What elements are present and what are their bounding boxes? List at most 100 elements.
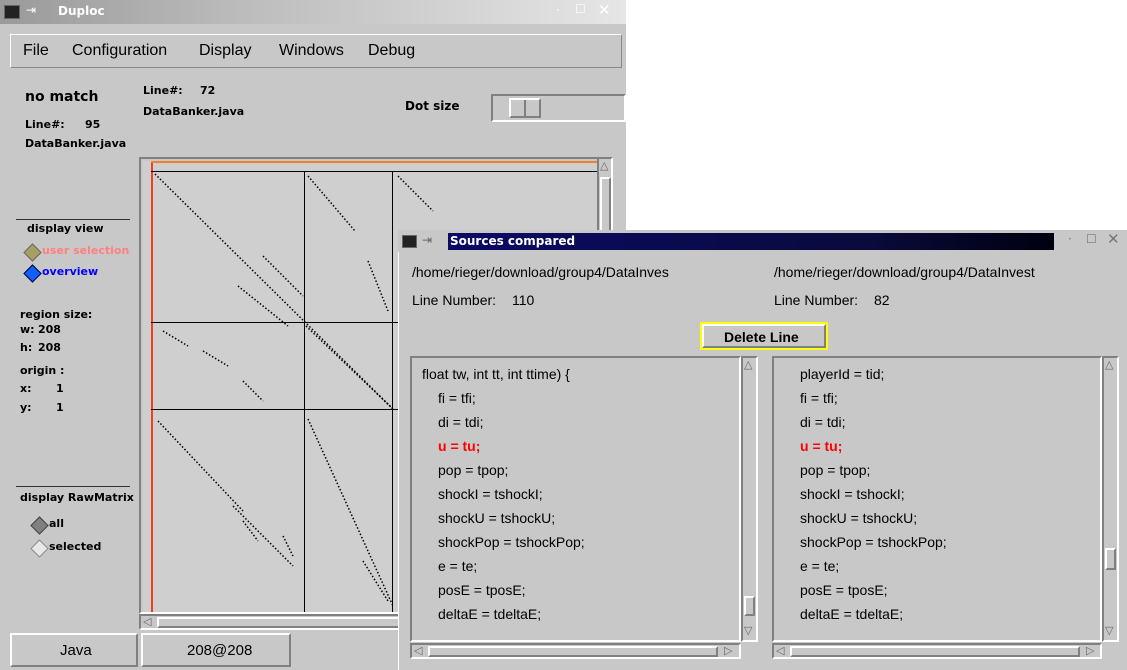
left-code-vscrollbar[interactable]: △ ▽ (741, 356, 758, 642)
delete-line-button-face: Delete Line (702, 324, 826, 348)
main-window-title: Duploc (58, 4, 105, 18)
left-code-pane[interactable]: float tw, int tt, int ttime) { fi = tfi;… (410, 356, 741, 642)
menu-configuration[interactable]: Configuration (72, 42, 167, 60)
code-line: pop = tpop; (438, 462, 509, 478)
code-line: shockU = tshockU; (800, 510, 918, 526)
left-file-name: DataBanker.java (25, 137, 127, 150)
status-size: 208@208 (187, 642, 253, 659)
right-line-number-label: Line Number: (774, 292, 859, 308)
h-label: h: (20, 341, 33, 354)
left-code-lines: float tw, int tt, int ttime) { fi = tfi;… (422, 366, 740, 636)
raw-matrix-label: display RawMatrix (20, 491, 134, 504)
left-line-number-value: 110 (512, 292, 535, 308)
code-line: deltaE = tdeltaE; (438, 606, 542, 622)
dot-size-slider[interactable] (491, 94, 626, 122)
minimize-icon[interactable]: · (1068, 232, 1072, 246)
scroll-up-icon[interactable]: △ (1105, 358, 1113, 371)
top-line-value: 72 (200, 84, 216, 97)
scroll-right-icon[interactable]: ▷ (724, 644, 732, 657)
code-line: shockPop = tshockPop; (800, 534, 947, 550)
menu-file[interactable]: File (23, 42, 49, 60)
divider (16, 486, 130, 487)
scroll-up-icon[interactable]: △ (744, 358, 752, 371)
selected-label: selected (49, 540, 102, 553)
menu-debug[interactable]: Debug (368, 42, 415, 60)
scroll-up-icon[interactable]: △ (600, 159, 608, 172)
delete-line-label: Delete Line (724, 329, 799, 345)
code-line: shockPop = tshockPop; (438, 534, 585, 550)
scroll-right-icon[interactable]: ▷ (1086, 644, 1094, 657)
code-line: deltaE = tdeltaE; (800, 606, 904, 622)
left-line-number-label: Line Number: (412, 292, 497, 308)
maximize-icon[interactable]: ☐ (575, 2, 586, 16)
display-view-label: display view (27, 222, 104, 235)
right-code-lines: playerId = tid; fi = tfi; di = tdi; u = … (784, 366, 1102, 636)
delete-line-button[interactable]: Delete Line (700, 322, 828, 350)
code-line: fi = tfi; (800, 390, 838, 406)
code-line: e = te; (800, 558, 840, 574)
right-source-path: /home/rieger/download/group4/DataInvest (774, 264, 1035, 280)
close-icon[interactable]: ✕ (598, 1, 611, 19)
scroll-left-icon[interactable]: ◁ (143, 615, 151, 628)
code-line: di = tdi; (800, 414, 846, 430)
compare-title-gradient: Sources compared (448, 233, 1054, 250)
minimize-icon[interactable]: · (556, 3, 560, 17)
overview-label: overview (42, 265, 99, 278)
status-size-cell: 208@208 (141, 633, 291, 667)
right-code-hscroll-thumb[interactable] (790, 646, 1080, 657)
y-value: 1 (56, 401, 64, 414)
code-line: shockI = tshockI; (438, 486, 543, 502)
menu-display[interactable]: Display (199, 42, 251, 60)
scroll-left-icon[interactable]: ◁ (414, 644, 422, 657)
close-icon[interactable]: ✕ (1107, 230, 1120, 248)
right-code-hscrollbar[interactable]: ◁ ▷ (772, 643, 1102, 659)
user-selection-label: user selection (42, 244, 130, 257)
x-label: x: (20, 382, 32, 395)
dot-size-label: Dot size (405, 99, 460, 113)
menu-windows[interactable]: Windows (279, 42, 344, 60)
code-line: float tw, int tt, int ttime) { (422, 366, 570, 382)
code-line: di = tdi; (438, 414, 484, 430)
left-code-hscroll-thumb[interactable] (428, 646, 718, 657)
main-title-bar[interactable]: ⇥ Duploc · ☐ ✕ (0, 0, 626, 24)
code-line: posE = tposE; (800, 582, 888, 598)
right-code-vscroll-thumb[interactable] (1105, 548, 1116, 570)
code-line: posE = tposE; (438, 582, 526, 598)
pin-icon[interactable]: ⇥ (422, 233, 432, 247)
right-code-pane[interactable]: playerId = tid; fi = tfi; di = tdi; u = … (772, 356, 1102, 642)
dot-size-slider-thumb[interactable] (509, 98, 541, 118)
compare-title-bar[interactable]: ⇥ Sources compared · ☐ ✕ (398, 230, 1127, 252)
left-source-path: /home/rieger/download/group4/DataInves (412, 264, 669, 280)
h-value: 208 (38, 341, 61, 354)
code-line: playerId = tid; (800, 366, 885, 382)
left-line-value: 95 (85, 118, 101, 131)
left-code-vscroll-thumb[interactable] (744, 596, 755, 616)
left-code-hscrollbar[interactable]: ◁ ▷ (410, 643, 741, 659)
app-icon[interactable] (4, 5, 20, 19)
pin-icon[interactable]: ⇥ (26, 3, 36, 17)
scroll-down-icon[interactable]: ▽ (1105, 624, 1113, 637)
status-language: Java (60, 642, 92, 659)
top-file-name: DataBanker.java (143, 105, 245, 118)
menu-bar: File Configuration Display Windows Debug (10, 34, 622, 68)
divider (16, 219, 130, 220)
app-icon[interactable] (402, 235, 417, 248)
scroll-down-icon[interactable]: ▽ (744, 624, 752, 637)
top-line-label: Line#: (143, 84, 183, 97)
x-value: 1 (56, 382, 64, 395)
y-label: y: (20, 401, 32, 414)
scroll-left-icon[interactable]: ◁ (776, 644, 784, 657)
region-size-label: region size: (20, 308, 93, 321)
w-value: 208 (38, 323, 61, 336)
match-status: no match (25, 89, 99, 105)
all-label: all (49, 517, 64, 530)
maximize-icon[interactable]: ☐ (1086, 232, 1097, 246)
code-line: e = te; (438, 558, 478, 574)
right-code-vscrollbar[interactable]: △ ▽ (1102, 356, 1119, 642)
left-line-label: Line#: (25, 118, 65, 131)
status-language-cell: Java (10, 633, 138, 667)
code-line: fi = tfi; (438, 390, 476, 406)
highlighted-code-line: u = tu; (800, 438, 843, 454)
code-line: pop = tpop; (800, 462, 871, 478)
code-line: shockU = tshockU; (438, 510, 556, 526)
